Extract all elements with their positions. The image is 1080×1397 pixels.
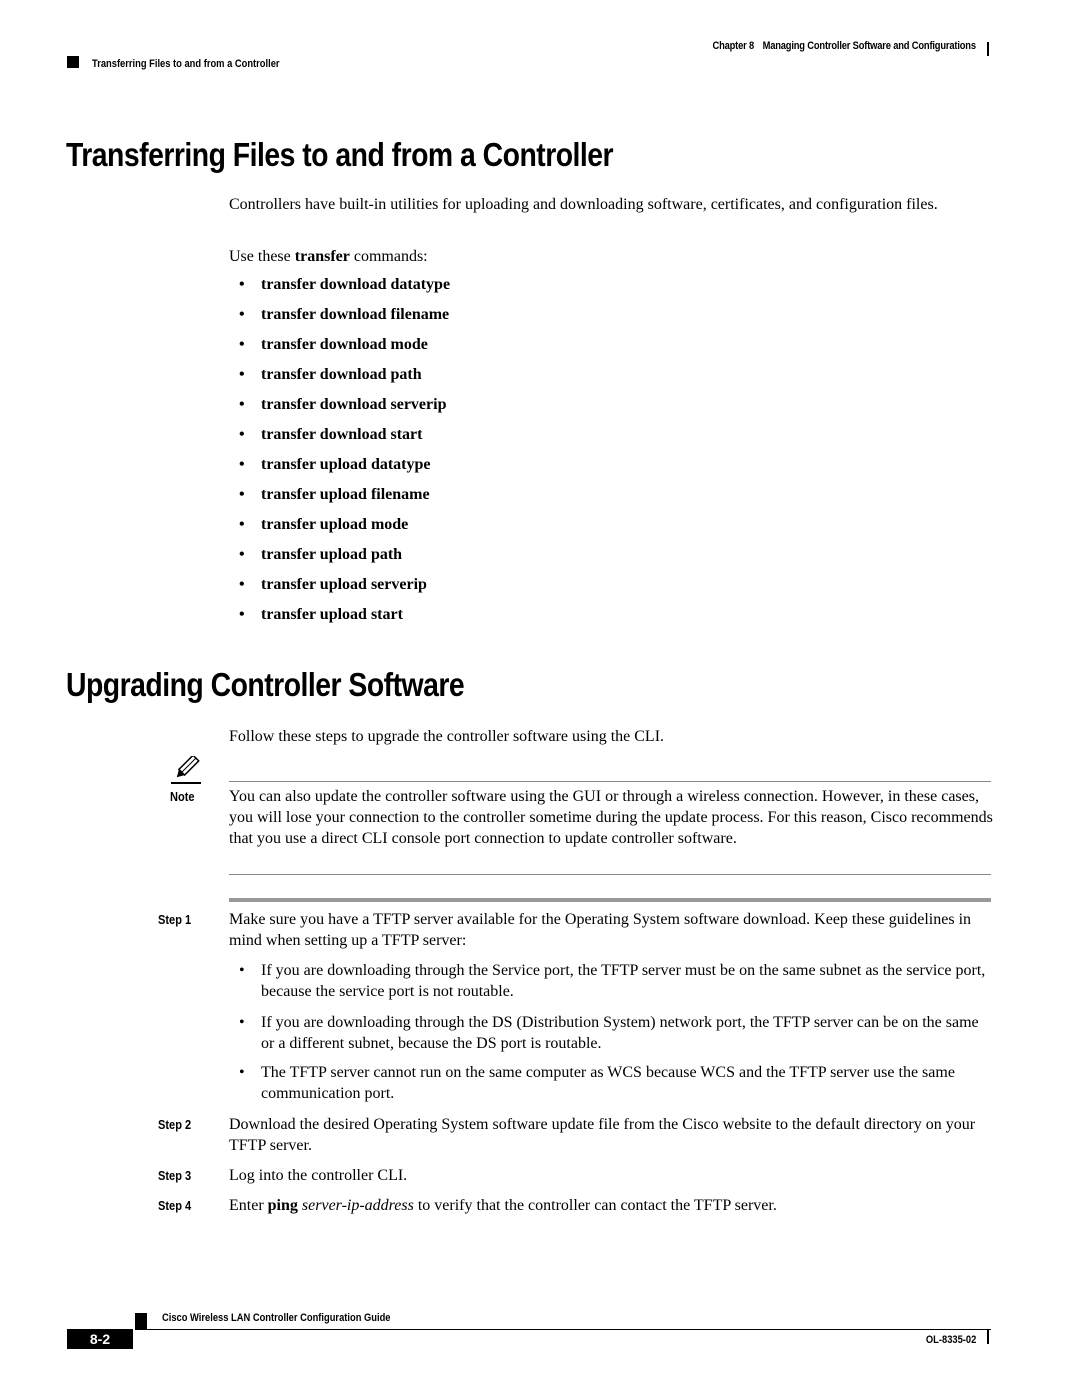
chapter-number: Chapter 8 xyxy=(712,40,755,52)
running-header-section: Transferring Files to and from a Control… xyxy=(92,58,280,70)
command-item: • transfer upload datatype xyxy=(239,456,431,473)
running-header-chapter: Chapter 8 Managing Controller Software an… xyxy=(712,40,977,52)
step-2-label: Step 2 xyxy=(158,1117,192,1132)
note-label: Note xyxy=(170,789,195,804)
page-number: 8-2 xyxy=(67,1329,133,1349)
bullet-icon: • xyxy=(239,516,245,533)
command-item: • transfer upload filename xyxy=(239,486,430,503)
transfer-intro-paragraph: Controllers have built-in utilities for … xyxy=(229,196,938,213)
step-1-guideline: • If you are downloading through the DS (… xyxy=(239,1014,979,1052)
header-rule-marker xyxy=(987,42,989,56)
step-1-guideline: • If you are downloading through the Serv… xyxy=(239,962,986,1000)
procedure-start-rule xyxy=(229,898,991,902)
chapter-title: Managing Controller Software and Configu… xyxy=(762,40,976,52)
step-4-text: Enter ping server-ip-address to verify t… xyxy=(229,1197,777,1214)
footer-rule-marker xyxy=(987,1330,989,1344)
bullet-icon: • xyxy=(239,962,245,979)
command-item: • transfer download filename xyxy=(239,306,450,323)
footer-guide-title: Cisco Wireless LAN Controller Configurat… xyxy=(162,1312,391,1324)
pencil-note-icon xyxy=(171,756,201,784)
command-item: • transfer download start xyxy=(239,426,423,443)
document-number: OL-8335-02 xyxy=(925,1334,976,1346)
transfer-keyword: transfer xyxy=(294,248,350,265)
bullet-icon: • xyxy=(239,576,245,593)
step-1-label: Step 1 xyxy=(158,912,192,927)
upgrade-intro-paragraph: Follow these steps to upgrade the contro… xyxy=(229,728,665,745)
bullet-icon: • xyxy=(239,336,245,353)
step-3-text: Log into the controller CLI. xyxy=(229,1167,408,1184)
bullet-icon: • xyxy=(239,606,245,623)
ping-command: ping xyxy=(267,1197,298,1214)
section-heading-transferring-files: Transferring Files to and from a Control… xyxy=(66,136,614,173)
bullet-icon: • xyxy=(239,426,245,443)
footer-rule xyxy=(135,1329,991,1330)
server-ip-address-argument: server-ip-address xyxy=(301,1197,414,1214)
bullet-icon: • xyxy=(239,396,245,413)
note-bottom-rule xyxy=(229,874,991,875)
step-3-label: Step 3 xyxy=(158,1168,192,1183)
step-2-text: Download the desired Operating System so… xyxy=(229,1116,976,1154)
bullet-icon: • xyxy=(239,546,245,563)
bullet-icon: • xyxy=(239,276,245,293)
transfer-command-list: • transfer download datatype • transfer do… xyxy=(239,276,450,636)
note-text: You can also update the controller softw… xyxy=(229,788,993,847)
step-1-guideline: • The TFTP server cannot run on the same … xyxy=(239,1064,955,1102)
command-item: • transfer upload start xyxy=(239,606,403,623)
step-4-label: Step 4 xyxy=(158,1198,192,1213)
command-item: • transfer upload path xyxy=(239,546,403,563)
bullet-icon: • xyxy=(239,486,245,503)
bullet-icon: • xyxy=(239,456,245,473)
note-top-rule xyxy=(229,781,991,782)
bullet-icon: • xyxy=(239,306,245,323)
bullet-icon: • xyxy=(239,1014,245,1031)
command-item: • transfer upload mode xyxy=(239,516,409,533)
header-section-marker xyxy=(67,56,79,68)
transfer-commands-lead: Use these transfer commands: xyxy=(229,248,428,265)
step-1-text: Make sure you have a TFTP server availab… xyxy=(229,911,972,949)
bullet-icon: • xyxy=(239,366,245,383)
command-item: • transfer download mode xyxy=(239,336,428,353)
command-item: • transfer download serverip xyxy=(239,396,447,413)
command-item: • transfer download path xyxy=(239,366,422,383)
command-item: • transfer download datatype xyxy=(239,276,451,293)
footer-marker xyxy=(135,1313,147,1330)
section-heading-upgrading-software: Upgrading Controller Software xyxy=(66,666,465,703)
bullet-icon: • xyxy=(239,1064,245,1081)
command-item: • transfer upload serverip xyxy=(239,576,427,593)
